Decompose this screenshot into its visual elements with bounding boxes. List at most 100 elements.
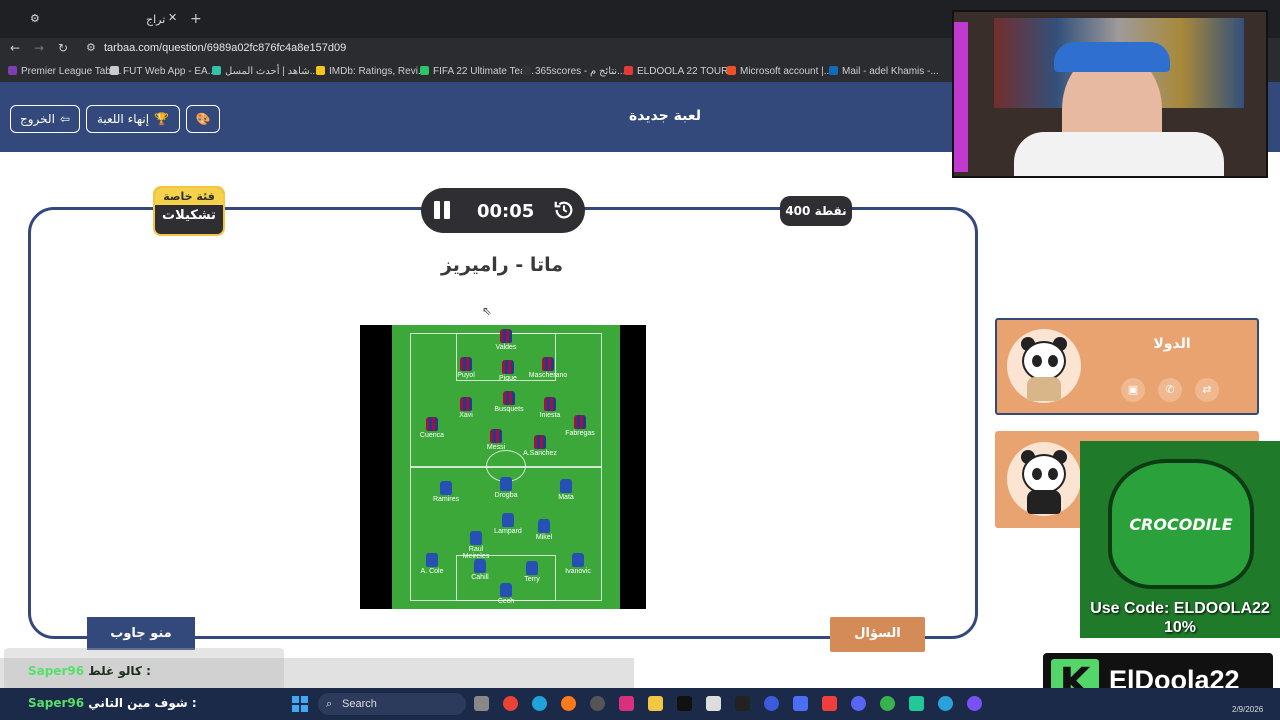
football-pitch: Valdes Puyol Pique Mascherano Xavi Busquets In… [392, 325, 620, 609]
shirt-icon [544, 397, 556, 411]
player-name: Puyol [457, 372, 475, 379]
taskbar-search[interactable]: ⌕ Search [318, 693, 466, 715]
player-name: Cuenca [419, 432, 445, 439]
shirt-icon [440, 481, 452, 495]
avatar [1007, 442, 1081, 516]
chat-message: Saper96 شوف مين التاني : [28, 696, 197, 710]
bookmark-item[interactable]: Microsoft account |... [727, 66, 832, 77]
player-marker: Cahill [460, 559, 500, 581]
shirt-icon [574, 415, 586, 429]
reset-timer-icon[interactable] [553, 199, 575, 221]
mouse-cursor-icon: ⇖ [482, 304, 493, 318]
back-icon[interactable]: ← [10, 41, 20, 55]
shirt-icon [542, 357, 554, 371]
youtube-icon[interactable] [822, 696, 837, 711]
taskbar-date: 2/9/2026 [1232, 705, 1264, 714]
player-name: Mikel [535, 534, 553, 541]
player-name: Pique [499, 375, 517, 382]
player-name: Iniesta [539, 412, 561, 419]
bookmark-item[interactable]: شاهد | أحدث المسل... [212, 66, 318, 77]
bookmark-item[interactable]: FIFA 22 Ultimate Tea... [420, 66, 534, 77]
tab-close-icon[interactable]: ✕ [168, 11, 177, 24]
browser-tab[interactable]: ⚙ تراج ✕ [30, 8, 180, 32]
whatsapp-icon[interactable] [909, 696, 924, 711]
obs-icon[interactable] [590, 696, 605, 711]
tiktok-icon[interactable] [677, 696, 692, 711]
capcut-icon[interactable] [735, 696, 750, 711]
site-info-icon[interactable]: ⚙ [86, 41, 96, 54]
chrome-icon[interactable] [503, 696, 518, 711]
telegram-icon[interactable] [938, 696, 953, 711]
who-answered-button[interactable]: منو جاوب [87, 617, 195, 650]
shirt-icon [500, 583, 512, 597]
exit-button[interactable]: الخروج ⇦ [10, 105, 80, 133]
messenger-icon[interactable] [764, 696, 779, 711]
bookmark-item[interactable]: IMDb: Ratings, Revi... [316, 66, 426, 77]
shirt-icon [460, 357, 472, 371]
task-view-icon[interactable] [474, 696, 489, 711]
bookmark-item[interactable]: Mail - adel Khamis -... [829, 66, 939, 77]
player-name: Ivanovic [565, 568, 591, 575]
question-text: ماتا - راميريز [440, 254, 564, 276]
player-marker: Messi [476, 429, 516, 451]
shirt-icon [470, 531, 482, 545]
photos-icon[interactable] [793, 696, 808, 711]
url-field[interactable]: tarbaa.com/question/6989a02fc876fc4a8e15… [104, 42, 346, 54]
player-marker: Busquets [489, 391, 529, 413]
page-title: لعبة جديدة [628, 108, 702, 124]
player-marker: A.Sanchez [520, 435, 560, 457]
bookmark-item[interactable]: FUT Web App - EA... [110, 66, 216, 77]
shirt-icon [560, 479, 572, 493]
folder-icon[interactable] [648, 696, 663, 711]
player-name: A. Cole [420, 568, 444, 575]
shirt-icon [490, 429, 502, 443]
avatar [1007, 329, 1081, 403]
exit-icon: ⇦ [59, 112, 70, 126]
crocodile-logo: CROCODILE [1108, 459, 1254, 589]
shirt-icon [538, 519, 550, 533]
music-icon[interactable] [967, 696, 982, 711]
player-name: Terry [524, 576, 540, 583]
theme-button[interactable]: 🎨 [186, 105, 220, 133]
firefox-icon[interactable] [561, 696, 576, 711]
instagram-icon[interactable] [619, 696, 634, 711]
edge-icon[interactable] [532, 696, 547, 711]
player-marker: Xavi [446, 397, 486, 419]
player-marker: Ivanovic [558, 553, 598, 575]
player-name: A.Sanchez [523, 450, 557, 457]
swap-icon[interactable]: ⇄ [1195, 378, 1219, 402]
new-tab-icon[interactable]: + [190, 11, 202, 27]
shirt-icon [474, 559, 486, 573]
player-name: Mata [558, 494, 574, 501]
store-icon[interactable] [706, 696, 721, 711]
player-name: Mascherano [528, 372, 568, 379]
player-name: Ramires [432, 496, 460, 503]
pause-icon[interactable] [433, 201, 451, 219]
phone-icon[interactable]: ✆ [1158, 378, 1182, 402]
shirt-icon [572, 553, 584, 567]
bookmark-item[interactable]: Premier League Tabl... [8, 66, 121, 77]
bookmark-item[interactable]: 365scores - نتائج م... [522, 66, 625, 77]
camera-icon[interactable]: ▣ [1121, 378, 1145, 402]
windows-start-icon[interactable] [292, 696, 308, 712]
formation-image: Valdes Puyol Pique Mascherano Xavi Busquets In… [360, 325, 646, 609]
player-marker: A. Cole [412, 553, 452, 575]
player-marker: Valdes [486, 329, 526, 351]
discord-icon[interactable] [851, 696, 866, 711]
reload-icon[interactable]: ↻ [58, 41, 68, 55]
shirt-icon [460, 397, 472, 411]
bookmark-item[interactable]: ELDOOLA 22 TOUR... [624, 66, 737, 77]
chrome-canary-icon[interactable] [880, 696, 895, 711]
search-icon: ⌕ [326, 698, 333, 710]
forward-icon[interactable]: → [34, 41, 44, 55]
shirt-icon [502, 513, 514, 527]
player-marker: Pique [488, 360, 528, 382]
end-game-button[interactable]: إنهاء اللعبة 🏆 [86, 105, 180, 133]
player-marker: Ramires [426, 481, 466, 503]
tab-title: تراج [146, 13, 166, 26]
webcam-overlay [952, 10, 1268, 178]
timer: 00:05 [421, 188, 585, 233]
sponsor-overlay: CROCODILE Use Code: ELDOOLA22 10% [1080, 441, 1280, 638]
player-name: Cech [497, 598, 515, 605]
question-button[interactable]: السؤال [830, 617, 925, 652]
